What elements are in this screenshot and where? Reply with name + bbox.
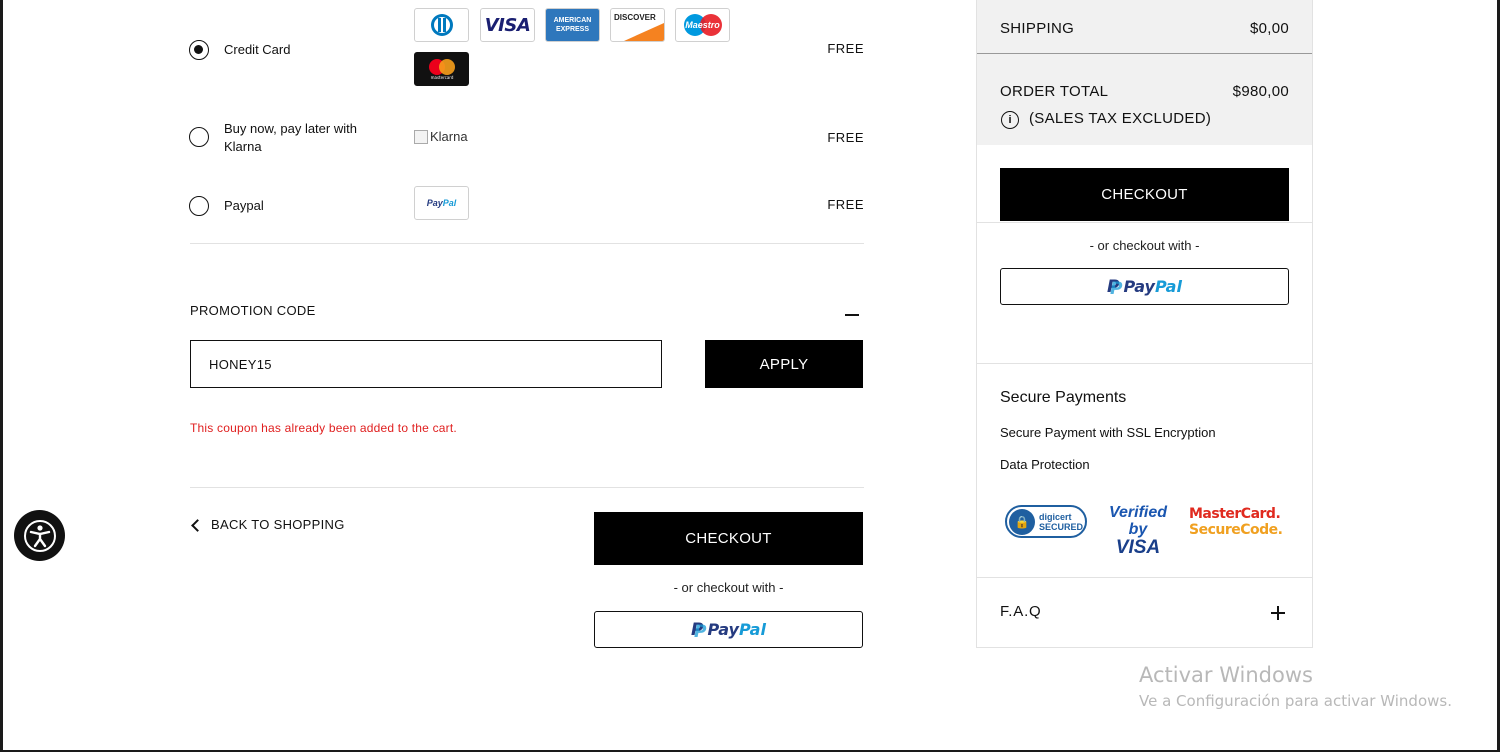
section-divider — [190, 487, 864, 488]
paypal-pal-text: Pal — [738, 620, 766, 639]
sales-tax-note: (SALES TAX EXCLUDED) — [1029, 110, 1212, 127]
klarna-logo: Klarna — [414, 129, 468, 144]
summary-or-checkout-with-text: - or checkout with - — [1089, 238, 1200, 253]
order-total-row: ORDER TOTAL $980,00 i (SALES TAX EXCLUDE… — [977, 54, 1312, 145]
radio-paypal[interactable] — [189, 196, 209, 216]
section-divider — [190, 243, 864, 244]
windows-activation-subtitle: Ve a Configuración para activar Windows. — [1139, 692, 1452, 710]
back-to-shopping-link[interactable]: BACK TO SHOPPING — [191, 517, 345, 532]
order-total-label: ORDER TOTAL — [1000, 83, 1109, 100]
accessibility-icon — [23, 519, 56, 552]
coupon-error-message: This coupon has already been added to th… — [190, 421, 457, 435]
or-checkout-with-text: - or checkout with - — [673, 580, 784, 595]
radio-credit-card[interactable] — [189, 40, 209, 60]
paypal-icon: P — [1107, 277, 1123, 299]
chevron-left-icon — [191, 518, 204, 532]
mastercard-securecode-badge: MasterCard. SecureCode. — [1189, 506, 1283, 538]
ssl-encryption-text: Secure Payment with SSL Encryption — [1000, 425, 1216, 440]
payment-fee-klarna: FREE — [827, 130, 864, 145]
paypal-logo: PayPal — [414, 186, 469, 220]
back-to-shopping-label: BACK TO SHOPPING — [211, 517, 345, 532]
panel-divider — [977, 577, 1312, 578]
paypal-pay-text: Pay — [1123, 277, 1155, 296]
vbv-text-1: Verified by — [1108, 504, 1168, 538]
payment-fee-credit-card: FREE — [827, 41, 864, 56]
klarna-logo-alt: Klarna — [430, 129, 468, 144]
panel-divider — [977, 222, 1312, 223]
accessibility-button[interactable] — [14, 510, 65, 561]
broken-image-icon — [414, 129, 428, 144]
plus-icon[interactable] — [1271, 606, 1285, 620]
summary-paypal-checkout-button[interactable]: P PayPal — [1000, 268, 1289, 305]
windows-activation-title: Activar Windows — [1139, 663, 1313, 687]
discover-text: DISCOVER — [614, 13, 656, 22]
discover-logo: DISCOVER — [610, 8, 665, 42]
radio-klarna[interactable] — [189, 127, 209, 147]
payment-label-paypal: Paypal — [224, 198, 264, 213]
faq-label[interactable]: F.A.Q — [1000, 603, 1042, 620]
american-express-logo: AMERICAN EXPRESS — [545, 8, 600, 42]
summary-checkout-button[interactable]: CHECKOUT — [1000, 168, 1289, 221]
paypal-logo-pay: Pay — [426, 198, 443, 208]
shipping-label: SHIPPING — [1000, 20, 1075, 37]
digicert-secured-text: SECURED — [1039, 521, 1084, 532]
diners-club-logo — [414, 8, 469, 42]
order-summary-panel: SHIPPING $0,00 ORDER TOTAL $980,00 i (SA… — [976, 0, 1313, 648]
visa-logo: VISA — [480, 8, 535, 42]
digicert-secured-badge: 🔒 digicert SECURED — [1005, 505, 1087, 538]
payment-label-credit-card: Credit Card — [224, 42, 291, 57]
visa-logo-text: VISA — [484, 14, 531, 36]
msc-text-1: MasterCard. — [1189, 506, 1281, 522]
paypal-logo-pal: Pal — [442, 198, 457, 208]
maestro-text: Maestro — [685, 20, 720, 30]
paypal-checkout-button[interactable]: P PayPal — [594, 611, 863, 648]
lock-icon: 🔒 — [1009, 508, 1035, 535]
panel-divider — [977, 363, 1312, 364]
info-icon[interactable]: i — [1001, 111, 1019, 129]
payment-option-paypal[interactable]: Paypal FREE — [189, 194, 864, 218]
checkout-button[interactable]: CHECKOUT — [594, 512, 863, 565]
apply-button[interactable]: APPLY — [705, 340, 863, 388]
verified-by-visa-badge: Verified by VISA — [1098, 504, 1178, 557]
shipping-row: SHIPPING $0,00 — [977, 0, 1312, 54]
promotion-code-input[interactable] — [190, 340, 662, 388]
digicert-text: digicert — [1039, 511, 1072, 522]
amex-text-1: AMERICAN — [553, 17, 592, 24]
vbv-text-2: VISA — [1115, 537, 1161, 558]
secure-payments-title: Secure Payments — [1000, 389, 1127, 406]
data-protection-text: Data Protection — [1000, 457, 1090, 472]
mastercard-text: mastercard — [430, 75, 453, 80]
order-total-value: $980,00 — [1232, 83, 1289, 100]
paypal-pay-text: Pay — [707, 620, 739, 639]
minus-icon[interactable] — [845, 314, 859, 316]
payment-label-klarna: Buy now, pay later with Klarna — [224, 121, 357, 154]
msc-text-2: SecureCode. — [1189, 522, 1283, 538]
payment-option-klarna[interactable]: Buy now, pay later with Klarna Klarna FR… — [189, 120, 864, 160]
shipping-value: $0,00 — [1249, 20, 1289, 37]
paypal-icon: P — [691, 620, 707, 642]
promotion-title: PROMOTION CODE — [190, 303, 316, 318]
amex-text-2: EXPRESS — [555, 26, 590, 33]
maestro-logo: Maestro — [675, 8, 730, 42]
payment-fee-paypal: FREE — [827, 197, 864, 212]
paypal-pal-text: Pal — [1154, 277, 1182, 296]
mastercard-logo: mastercard — [414, 52, 469, 86]
